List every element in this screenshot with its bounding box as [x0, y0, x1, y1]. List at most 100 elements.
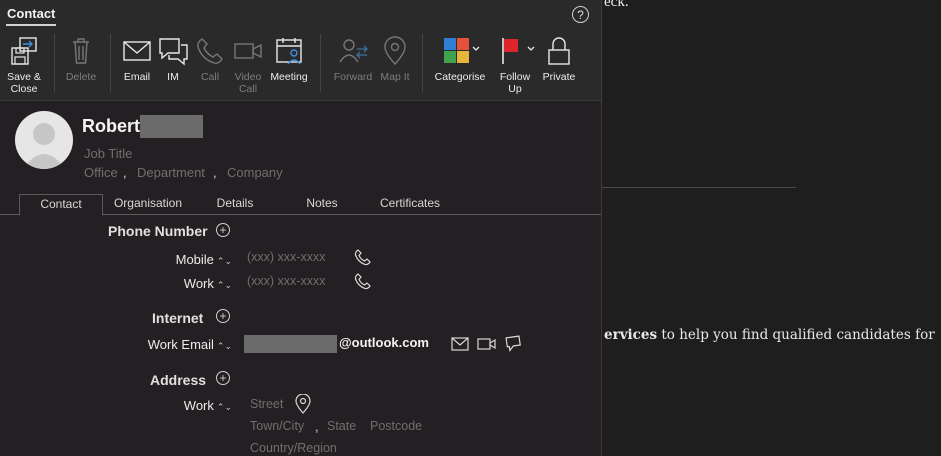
avatar[interactable]	[15, 111, 73, 169]
calendar-person-icon	[276, 38, 302, 65]
title-underline	[6, 24, 56, 26]
save-close-label: Save & Close	[7, 71, 41, 95]
postcode-field[interactable]: Postcode	[370, 419, 422, 433]
background-text-top: eck.	[604, 0, 629, 10]
map-it-label: Map It	[380, 71, 410, 83]
call-label: Call	[200, 71, 220, 83]
video-call-camera-icon[interactable]	[477, 337, 497, 351]
office-field[interactable]: Office	[84, 165, 118, 180]
contact-window: Contact ? Save & Close Delete Email IM C…	[0, 0, 602, 456]
mobile-label: Mobile	[175, 252, 214, 267]
work-address-label-dropdown[interactable]: Work ⌃⌄	[170, 398, 232, 413]
video-call-label: Video Call	[234, 71, 262, 95]
background-paragraph: ervices to help you find qualified candi…	[604, 327, 935, 343]
work-email-label-dropdown[interactable]: Work Email ⌃⌄	[140, 337, 232, 352]
meeting-button[interactable]: Meeting	[267, 30, 311, 98]
private-label: Private	[542, 71, 576, 83]
tab-details[interactable]: Details	[205, 194, 265, 214]
categories-icon	[444, 38, 480, 63]
internet-section-heading: Internet	[152, 310, 204, 326]
email-label: Email	[123, 71, 151, 83]
map-it-button[interactable]: Map It	[376, 30, 414, 98]
tab-certificates[interactable]: Certificates	[370, 194, 450, 214]
call-button[interactable]: Call	[192, 30, 228, 98]
trash-icon	[73, 38, 89, 64]
email-domain[interactable]: @outlook.com	[339, 335, 429, 350]
up-down-chevron-icon: ⌃⌄	[216, 341, 232, 351]
tab-bar: Contact Organisation Details Notes Certi…	[0, 192, 601, 216]
map-pin-icon[interactable]	[295, 394, 311, 414]
video-camera-icon	[234, 43, 262, 59]
town-city-field[interactable]: Town/City	[250, 419, 304, 433]
separator-comma: ,	[123, 165, 127, 180]
divider	[602, 187, 796, 188]
up-down-chevron-icon: ⌃⌄	[216, 402, 232, 412]
work-email-label: Work Email	[147, 337, 214, 352]
up-down-chevron-icon: ⌃⌄	[216, 280, 232, 290]
title-bar: Contact ?	[0, 0, 601, 30]
forward-button[interactable]: Forward	[330, 30, 376, 98]
ribbon-toolbar: Save & Close Delete Email IM Call Video …	[0, 30, 601, 101]
contact-first-name[interactable]: Robert	[82, 116, 140, 137]
background-document	[602, 0, 941, 456]
help-button[interactable]: ?	[572, 6, 589, 23]
work-phone-field[interactable]: (xxx) xxx-xxxx	[247, 274, 325, 288]
ribbon-separator	[110, 34, 111, 92]
mobile-phone-field[interactable]: (xxx) xxx-xxxx	[247, 250, 325, 264]
mobile-call-phone-icon[interactable]	[354, 249, 372, 267]
chevron-down-icon	[527, 46, 535, 51]
ribbon-separator	[320, 34, 321, 92]
phone-icon	[197, 38, 223, 64]
email-button[interactable]: Email	[118, 30, 156, 98]
street-field[interactable]: Street	[250, 397, 283, 411]
follow-up-button[interactable]: Follow Up	[494, 30, 536, 98]
chat-bubble-icon[interactable]	[503, 334, 523, 354]
categorise-button[interactable]: Categorise	[430, 30, 490, 98]
forward-contact-icon	[339, 39, 368, 63]
follow-up-label: Follow Up	[499, 71, 531, 95]
work-phone-label: Work	[183, 276, 214, 291]
ribbon-separator	[54, 34, 55, 92]
tab-notes[interactable]: Notes	[292, 194, 352, 214]
add-phone-plus-icon[interactable]: +	[216, 223, 230, 237]
phone-section-heading: Phone Number	[108, 223, 208, 239]
chat-bubbles-icon	[159, 38, 188, 66]
chevron-down-icon	[472, 46, 480, 51]
forward-label: Forward	[333, 71, 373, 83]
private-button[interactable]: Private	[539, 30, 579, 98]
separator-comma: ,	[315, 419, 319, 434]
save-close-button[interactable]: Save & Close	[2, 30, 46, 98]
address-section-heading: Address	[150, 372, 207, 388]
work-address-label: Work	[183, 398, 214, 413]
add-email-plus-icon[interactable]: +	[216, 309, 230, 323]
background-bold-text: ervices	[604, 327, 658, 343]
window-title: Contact	[7, 6, 56, 21]
send-email-envelope-icon[interactable]	[451, 337, 469, 351]
work-phone-label-dropdown[interactable]: Work ⌃⌄	[170, 276, 232, 291]
department-field[interactable]: Department	[137, 165, 205, 180]
delete-label: Delete	[65, 71, 97, 83]
categorise-label: Categorise	[434, 71, 486, 83]
meeting-label: Meeting	[270, 71, 308, 83]
tab-organisation[interactable]: Organisation	[104, 194, 192, 214]
background-text: to help you find qualified candidates fo…	[657, 327, 935, 343]
redacted-email-user[interactable]	[244, 335, 337, 353]
redacted-last-name[interactable]	[140, 115, 203, 138]
country-region-field[interactable]: Country/Region	[250, 441, 337, 455]
up-down-chevron-icon: ⌃⌄	[216, 256, 232, 266]
video-call-button[interactable]: Video Call	[229, 30, 267, 98]
add-address-plus-icon[interactable]: +	[216, 371, 230, 385]
work-call-phone-icon[interactable]	[354, 273, 372, 291]
state-field[interactable]: State	[327, 419, 356, 433]
lock-icon	[548, 37, 570, 65]
tab-contact[interactable]: Contact	[19, 194, 103, 216]
im-label: IM	[167, 71, 179, 83]
im-button[interactable]: IM	[156, 30, 190, 98]
company-field[interactable]: Company	[227, 165, 283, 180]
delete-button[interactable]: Delete	[60, 30, 102, 98]
save-close-icon	[11, 37, 37, 65]
ribbon-separator	[422, 34, 423, 92]
mobile-label-dropdown[interactable]: Mobile ⌃⌄	[170, 252, 232, 267]
separator-comma: ,	[213, 165, 217, 180]
job-title-field[interactable]: Job Title	[84, 146, 132, 161]
